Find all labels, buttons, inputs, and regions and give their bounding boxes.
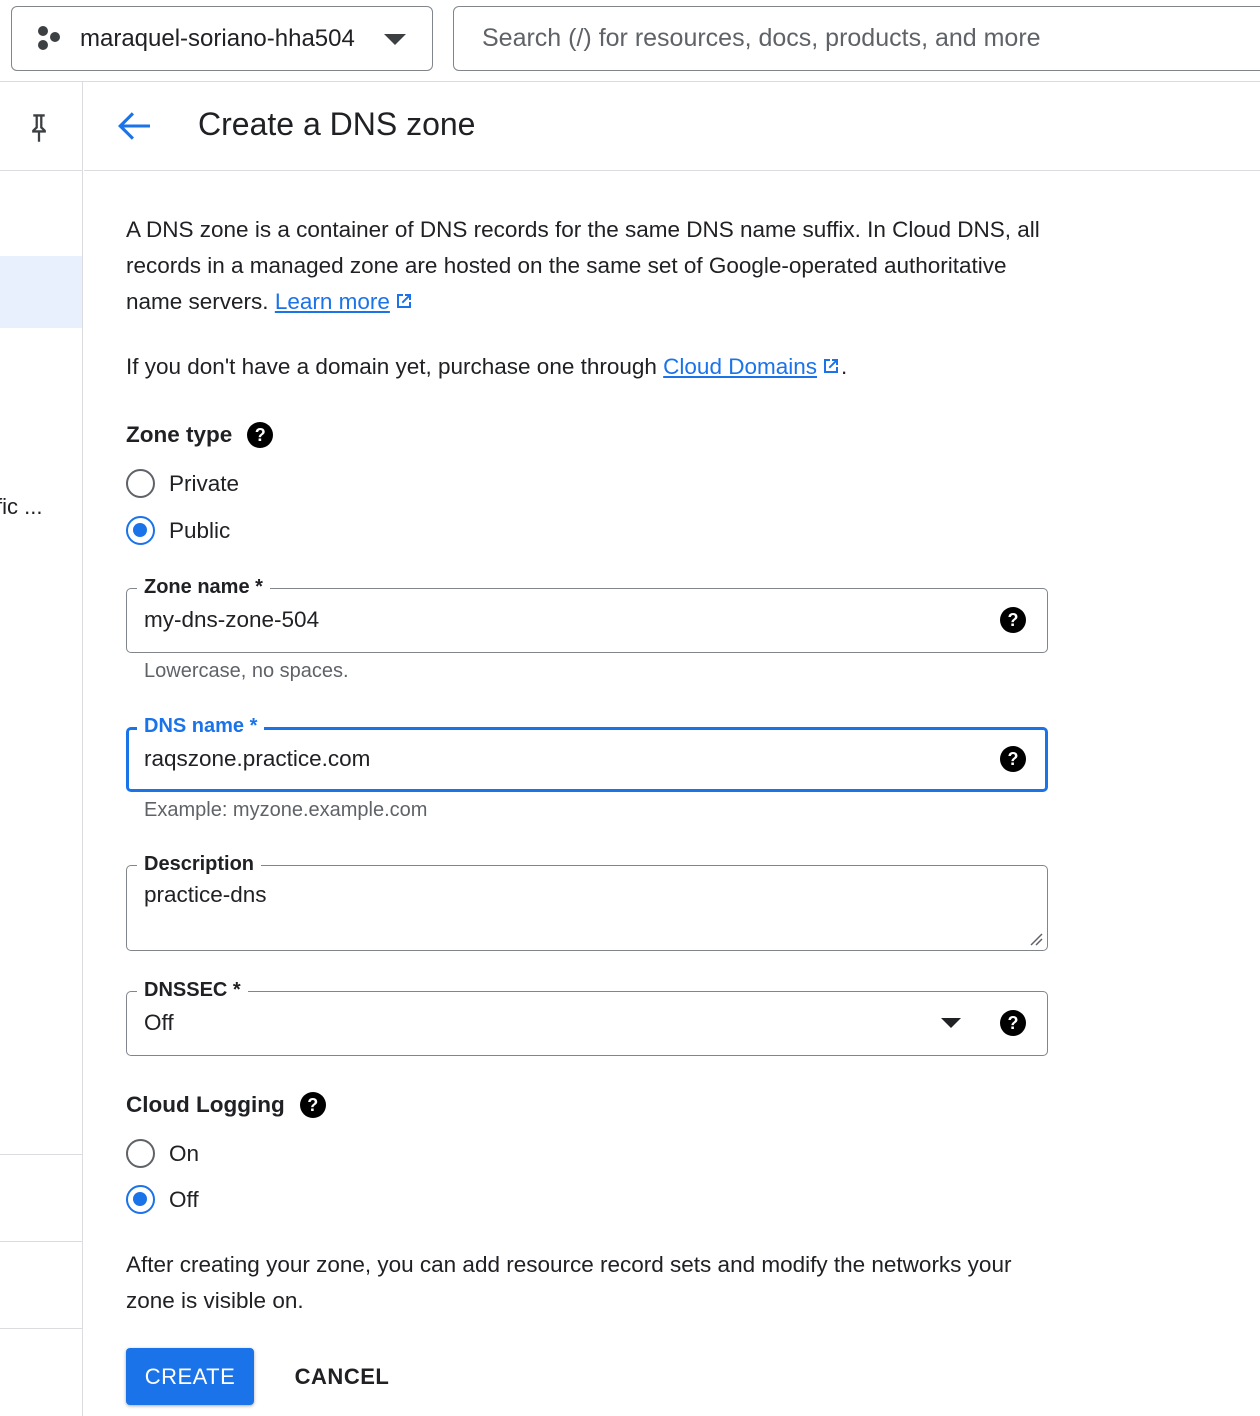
zone-type-label: Zone type ? (126, 422, 274, 448)
footer-text: After creating your zone, you can add re… (126, 1252, 1012, 1313)
project-picker[interactable]: maraquel-soriano-hha504 (11, 6, 433, 71)
dns-name-field[interactable]: DNS name * raqszone.practice.com ? (126, 713, 1048, 792)
rail-divider (0, 1328, 83, 1329)
radio-private-label: Private (169, 470, 240, 496)
rail-item-label[interactable]: fic ... (0, 494, 42, 520)
help-icon[interactable]: ? (1000, 1010, 1026, 1036)
cloud-domains-link[interactable]: Cloud Domains (663, 354, 817, 379)
search-input[interactable] (482, 24, 1242, 53)
intro-text: A DNS zone is a container of DNS records… (126, 217, 1040, 314)
rail-divider (0, 170, 83, 171)
radio-public-label: Public (169, 517, 231, 543)
help-icon[interactable]: ? (1000, 607, 1026, 633)
cloud-logging-on-option[interactable]: On (126, 1139, 199, 1168)
rail-item-selected[interactable] (0, 256, 82, 328)
dnssec-select[interactable]: DNSSEC * Off ? (126, 977, 1048, 1056)
description-field[interactable]: Description practice-dns (126, 851, 1048, 951)
cloud-logging-label: Cloud Logging ? (126, 1092, 326, 1118)
pin-icon[interactable] (25, 112, 53, 144)
intro-paragraph: A DNS zone is a container of DNS records… (126, 212, 1056, 320)
cancel-button[interactable]: CANCEL (282, 1348, 402, 1405)
external-link-icon (396, 294, 411, 308)
domain-end: . (841, 354, 848, 379)
top-bar: maraquel-soriano-hha504 (0, 0, 1260, 82)
project-name: maraquel-soriano-hha504 (80, 24, 355, 52)
radio-private[interactable] (126, 469, 155, 498)
search-bar[interactable] (453, 6, 1260, 71)
page-title: Create a DNS zone (198, 106, 476, 142)
dns-name-hint: Example: myzone.example.com (144, 799, 428, 821)
resize-handle-icon[interactable] (1029, 932, 1043, 946)
radio-logging-on-label: On (169, 1140, 200, 1166)
zone-type-label-text: Zone type (126, 422, 233, 447)
learn-more-link[interactable]: Learn more (275, 289, 390, 314)
radio-logging-on[interactable] (126, 1139, 155, 1168)
dns-name-input[interactable]: raqszone.practice.com (144, 746, 370, 772)
zone-type-private-option[interactable]: Private (126, 469, 239, 498)
domain-paragraph: If you don't have a domain yet, purchase… (126, 349, 1056, 385)
left-nav-rail: fic ... (0, 82, 83, 1416)
cloud-logging-off-option[interactable]: Off (126, 1185, 199, 1214)
help-icon[interactable]: ? (299, 1092, 326, 1118)
cloud-logging-label-text: Cloud Logging (126, 1092, 285, 1117)
domain-text: If you don't have a domain yet, purchase… (126, 354, 657, 379)
back-arrow-icon[interactable] (114, 108, 154, 144)
zone-name-input[interactable]: my-dns-zone-504 (144, 607, 319, 633)
rail-divider (0, 1241, 83, 1242)
page-header: Create a DNS zone (84, 82, 1260, 171)
chevron-down-icon (384, 34, 406, 45)
help-icon[interactable]: ? (247, 422, 274, 448)
project-icon (36, 24, 66, 54)
zone-name-hint: Lowercase, no spaces. (144, 660, 349, 682)
description-input[interactable]: practice-dns (144, 882, 267, 908)
zone-type-public-option[interactable]: Public (126, 516, 230, 545)
dnssec-label: DNSSEC * (137, 977, 248, 1003)
help-icon[interactable]: ? (1000, 746, 1026, 772)
external-link-icon (824, 359, 838, 373)
dns-name-label: DNS name * (137, 713, 265, 739)
rail-divider (0, 1154, 83, 1155)
intro-section: A DNS zone is a container of DNS records… (126, 212, 1056, 385)
radio-public[interactable] (126, 516, 155, 545)
zone-name-field[interactable]: Zone name * my-dns-zone-504 ? (126, 574, 1048, 653)
dnssec-value: Off (144, 1010, 174, 1035)
zone-name-label: Zone name * (137, 574, 270, 600)
radio-logging-off-label: Off (169, 1186, 199, 1212)
description-label: Description (137, 851, 262, 877)
create-button[interactable]: CREATE (126, 1348, 254, 1405)
radio-logging-off[interactable] (126, 1185, 155, 1214)
dropdown-arrow-icon[interactable] (941, 1018, 961, 1028)
